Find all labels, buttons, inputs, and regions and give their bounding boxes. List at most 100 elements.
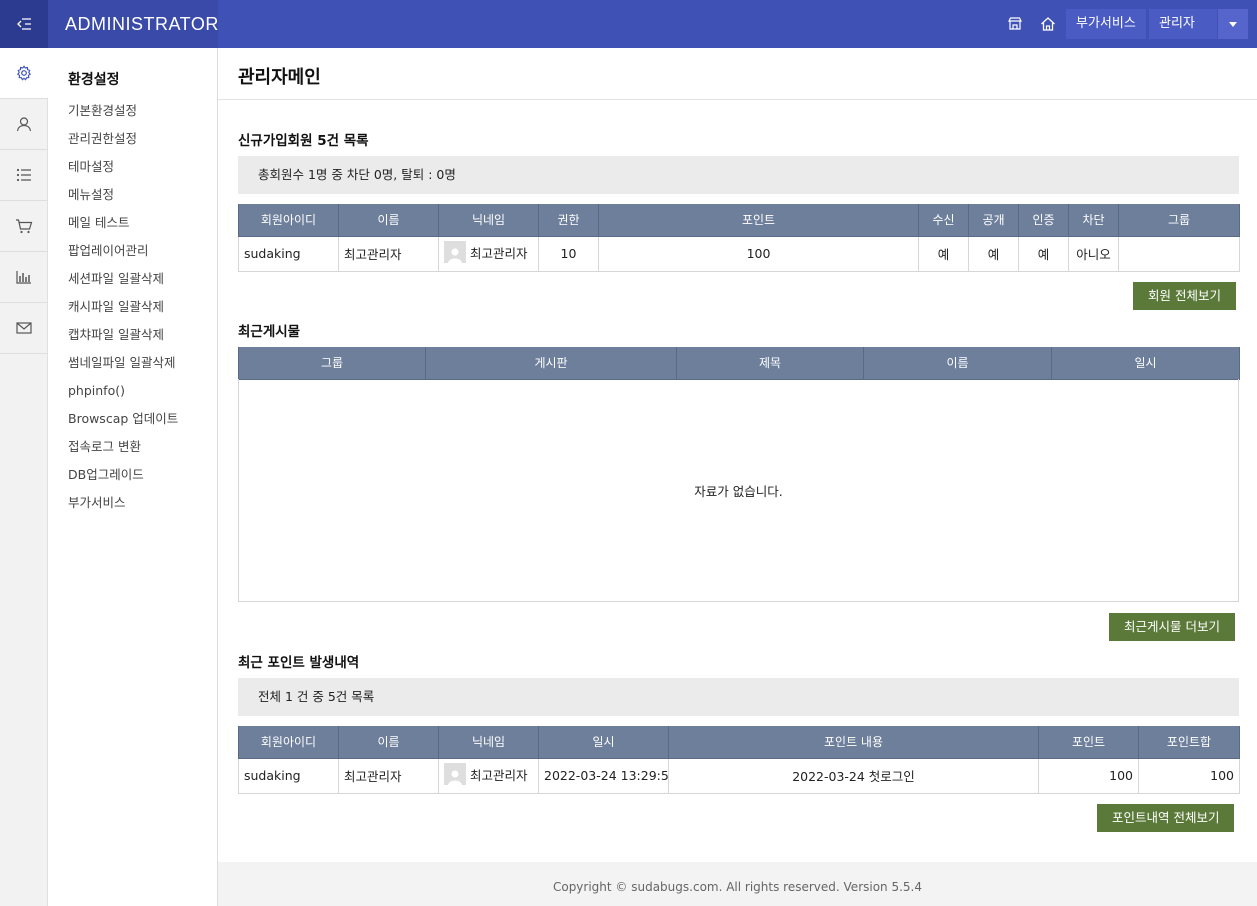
list-icon xyxy=(16,168,31,182)
user-silhouette-icon xyxy=(448,770,462,785)
rail-settings[interactable] xyxy=(0,48,48,99)
col-point-content: 포인트 내용 xyxy=(668,726,1039,759)
new-members-title: 신규가입회원 5건 목록 xyxy=(238,133,369,149)
rail-members[interactable] xyxy=(0,99,48,150)
brand-title[interactable]: ADMINISTRATOR xyxy=(48,0,218,48)
col-subject: 제목 xyxy=(676,347,864,380)
submenu-item-visit-log[interactable]: 접속로그 변환 xyxy=(68,436,178,464)
col-member-id: 회원아이디 xyxy=(238,726,339,759)
home-link[interactable] xyxy=(1038,14,1058,34)
col-name: 이름 xyxy=(338,726,439,759)
submenu-item-basic-config[interactable]: 기본환경설정 xyxy=(68,100,178,128)
submenu-item-mail-test[interactable]: 메일 테스트 xyxy=(68,212,178,240)
table-header-row: 그룹 게시판 제목 이름 일시 xyxy=(238,347,1240,380)
cell-level: 10 xyxy=(538,235,599,272)
cell-point: 100 xyxy=(1038,757,1139,794)
new-members-table: 회원아이디 이름 닉네임 권한 포인트 수신 공개 인증 차단 그룹 sudak… xyxy=(238,204,1240,272)
col-open: 공개 xyxy=(968,204,1019,237)
cell-nickname[interactable]: 최고관리자 xyxy=(438,757,539,794)
icon-rail xyxy=(0,48,48,906)
cell-nickname[interactable]: 최고관리자 xyxy=(438,235,539,272)
submenu-item-db-upgrade[interactable]: DB업그레이드 xyxy=(68,464,178,492)
top-header: ADMINISTRATOR 부가서비스 관리자 xyxy=(0,0,1257,48)
col-block: 차단 xyxy=(1068,204,1119,237)
empty-text: 자료가 없습니다. xyxy=(694,483,783,499)
col-member-id: 회원아이디 xyxy=(238,204,339,237)
nickname-text: 최고관리자 xyxy=(470,245,528,261)
table-row: sudaking 최고관리자 최고관리자 2022-03-24 13:29:50… xyxy=(238,757,1240,794)
col-name: 이름 xyxy=(863,347,1052,380)
rail-mail[interactable] xyxy=(0,303,48,354)
table-header-row: 회원아이디 이름 닉네임 일시 포인트 내용 포인트 포인트합 xyxy=(238,726,1240,759)
col-cert: 인증 xyxy=(1018,204,1069,237)
cell-mailing: 예 xyxy=(918,235,969,272)
col-mailing: 수신 xyxy=(918,204,969,237)
cell-point-sum: 100 xyxy=(1138,757,1240,794)
col-board: 게시판 xyxy=(425,347,677,380)
addon-service-button[interactable]: 부가서비스 xyxy=(1066,9,1146,39)
submenu-item-theme[interactable]: 테마설정 xyxy=(68,156,178,184)
rail-boards[interactable] xyxy=(0,150,48,201)
avatar xyxy=(444,241,466,263)
all-points-button[interactable]: 포인트내역 전체보기 xyxy=(1097,804,1235,832)
col-datetime: 일시 xyxy=(538,726,669,759)
submenu-item-popup-layer[interactable]: 팝업레이어관리 xyxy=(68,240,178,268)
submenu-item-captcha-delete[interactable]: 캡챠파일 일괄삭제 xyxy=(68,324,178,352)
mail-icon xyxy=(16,322,32,334)
menu-toggle-button[interactable] xyxy=(0,0,48,48)
submenu-item-session-delete[interactable]: 세션파일 일괄삭제 xyxy=(68,268,178,296)
gear-icon xyxy=(17,65,31,81)
col-level: 권한 xyxy=(538,204,599,237)
cell-name: 최고관리자 xyxy=(338,757,439,794)
recent-posts-title: 최근게시물 xyxy=(238,324,301,340)
submenu-item-addon[interactable]: 부가서비스 xyxy=(68,492,178,520)
recent-points-title: 최근 포인트 발생내역 xyxy=(238,655,360,671)
avatar xyxy=(444,763,466,785)
menu-collapse-icon xyxy=(17,18,31,30)
submenu-item-cache-delete[interactable]: 캐시파일 일괄삭제 xyxy=(68,296,178,324)
cell-member-id: sudaking xyxy=(238,235,339,272)
submenu-item-auth-config[interactable]: 관리권한설정 xyxy=(68,128,178,156)
submenu-item-phpinfo[interactable]: phpinfo() xyxy=(68,380,178,408)
user-silhouette-icon xyxy=(448,248,462,263)
page-title: 관리자메인 xyxy=(238,67,321,88)
user-icon xyxy=(16,117,32,132)
admin-user-button[interactable]: 관리자 xyxy=(1149,9,1217,39)
cell-cert: 예 xyxy=(1018,235,1069,272)
cell-name: 최고관리자 xyxy=(338,235,439,272)
submenu-item-thumbnail-delete[interactable]: 썸네일파일 일괄삭제 xyxy=(68,352,178,380)
posts-empty-message: 자료가 없습니다. xyxy=(238,379,1239,602)
col-group: 그룹 xyxy=(1118,204,1240,237)
footer: Copyright © sudabugs.com. All rights res… xyxy=(218,862,1257,906)
shop-icon xyxy=(1008,17,1022,30)
table-header-row: 회원아이디 이름 닉네임 권한 포인트 수신 공개 인증 차단 그룹 xyxy=(238,204,1240,237)
title-divider xyxy=(218,99,1257,100)
user-dropdown-toggle[interactable] xyxy=(1218,9,1248,39)
submenu-list: 기본환경설정 관리권한설정 테마설정 메뉴설정 메일 테스트 팝업레이어관리 세… xyxy=(68,100,178,520)
rail-statistics[interactable] xyxy=(0,252,48,303)
col-group: 그룹 xyxy=(238,347,426,380)
col-point: 포인트 xyxy=(598,204,919,237)
cell-open: 예 xyxy=(968,235,1019,272)
member-summary: 총회원수 1명 중 차단 0명, 탈퇴 : 0명 xyxy=(238,156,1239,194)
main-content: 관리자메인 신규가입회원 5건 목록 총회원수 1명 중 차단 0명, 탈퇴 :… xyxy=(218,48,1257,906)
caret-down-icon xyxy=(1229,21,1237,27)
cell-member-id: sudaking xyxy=(238,757,339,794)
recent-posts-table: 그룹 게시판 제목 이름 일시 xyxy=(238,347,1240,380)
col-datetime: 일시 xyxy=(1051,347,1240,380)
copyright-text: Copyright © sudabugs.com. All rights res… xyxy=(552,880,923,894)
shop-link[interactable] xyxy=(1005,14,1025,34)
col-point: 포인트 xyxy=(1038,726,1139,759)
submenu-item-browscap[interactable]: Browscap 업데이트 xyxy=(68,408,178,436)
cell-datetime: 2022-03-24 13:29:50 xyxy=(538,757,669,794)
col-point-sum: 포인트합 xyxy=(1138,726,1240,759)
settings-submenu: 환경설정 기본환경설정 관리권한설정 테마설정 메뉴설정 메일 테스트 팝업레이… xyxy=(48,48,218,906)
rail-shop[interactable] xyxy=(0,201,48,252)
table-row: sudaking 최고관리자 최고관리자 10 100 예 예 예 아니오 xyxy=(238,235,1240,272)
submenu-item-menu[interactable]: 메뉴설정 xyxy=(68,184,178,212)
all-members-button[interactable]: 회원 전체보기 xyxy=(1133,282,1236,310)
recent-points-table: 회원아이디 이름 닉네임 일시 포인트 내용 포인트 포인트합 sudaking… xyxy=(238,726,1240,794)
submenu-title: 환경설정 xyxy=(68,72,120,88)
points-summary: 전체 1 건 중 5건 목록 xyxy=(238,678,1239,716)
more-posts-button[interactable]: 최근게시물 더보기 xyxy=(1109,613,1235,641)
